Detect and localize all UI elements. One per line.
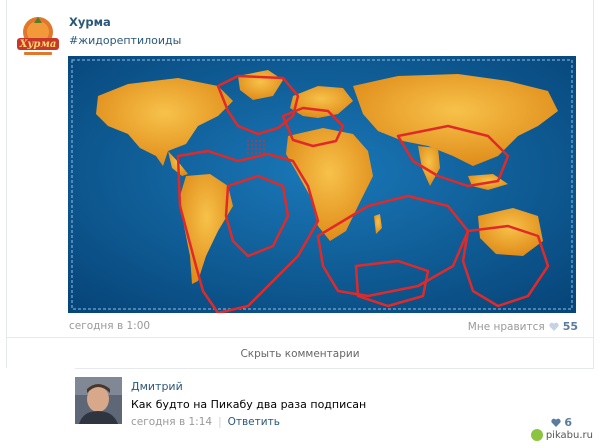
heart-icon: [549, 322, 559, 331]
post-like-button[interactable]: Мне нравится 55: [468, 320, 578, 333]
reply-button[interactable]: Ответить: [228, 416, 280, 428]
group-logo-icon: Хурма: [17, 17, 59, 55]
group-logo-text: Хурма: [19, 39, 57, 50]
comment-author-avatar[interactable]: [75, 377, 122, 424]
hide-comments-button[interactable]: Скрыть комментарии: [6, 337, 594, 367]
group-name-link[interactable]: Хурма: [69, 15, 111, 29]
post-image[interactable]: [68, 56, 576, 313]
comment-date[interactable]: сегодня в 1:14: [131, 416, 212, 428]
like-label: Мне нравится: [467, 320, 545, 333]
meta-separator: |: [218, 416, 222, 428]
heart-icon: [551, 418, 561, 427]
comment-text: Как будто на Пикабу два раза подписан: [131, 398, 367, 411]
hashtag-link[interactable]: #жидорептилоиды: [69, 34, 181, 47]
pikabu-watermark: pikabu.ru: [527, 428, 596, 442]
comment-author-link[interactable]: Дмитрий: [131, 380, 183, 393]
world-map-icon: [68, 56, 576, 313]
user-photo-icon: [75, 377, 122, 424]
watermark-text: pikabu.ru: [545, 429, 593, 441]
post-date[interactable]: сегодня в 1:00: [69, 320, 150, 332]
pikabu-logo-icon: [530, 429, 543, 441]
group-avatar[interactable]: Хурма: [14, 12, 62, 60]
like-count: 55: [562, 320, 578, 333]
comment-meta: сегодня в 1:14 | Ответить: [131, 416, 280, 428]
comment-divider: [75, 368, 594, 369]
